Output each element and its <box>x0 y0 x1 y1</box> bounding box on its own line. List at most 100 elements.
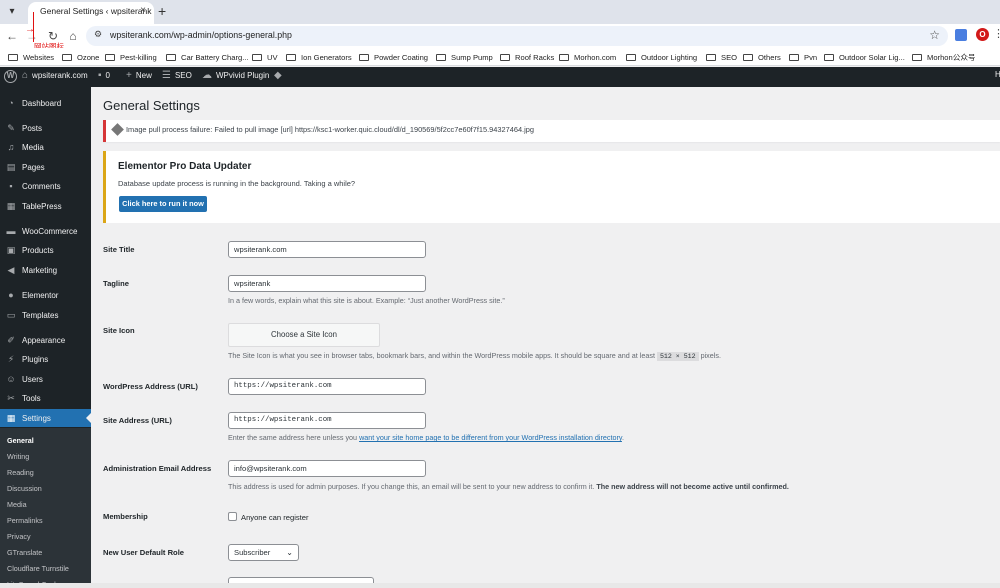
site-icon-size-code: 512 × 512 <box>656 352 699 361</box>
menu-marketing[interactable]: ◀ Marketing <box>0 261 91 279</box>
adminbar-howdy[interactable]: H <box>995 70 1000 79</box>
default-role-select[interactable]: Subscriber ⌄ <box>228 544 299 561</box>
address-bar[interactable]: ⚙ wpsiterank.com/wp-admin/options-genera… <box>86 26 948 46</box>
submenu-reading[interactable]: Reading <box>7 468 34 477</box>
menu-elementor[interactable]: ● Elementor <box>0 286 91 304</box>
bookmark-item[interactable]: Ion Generators <box>286 51 352 63</box>
run-updater-button[interactable]: Click here to run it now <box>119 196 207 212</box>
bookmark-item[interactable]: Websites <box>8 51 54 63</box>
bookmark-item[interactable]: Roof Racks <box>500 51 554 63</box>
menu-pages[interactable]: ▤ Pages <box>0 158 91 176</box>
folder-icon <box>436 53 446 61</box>
tagline-label: Tagline <box>103 279 130 288</box>
back-icon[interactable]: ← <box>3 27 21 45</box>
menu-users[interactable]: ☺ Users <box>0 370 91 388</box>
bookmark-item[interactable]: Ozone <box>62 51 99 63</box>
plus-icon: + <box>126 70 132 81</box>
adminbar-comments[interactable]: ▪ 0 <box>98 70 110 81</box>
menu-settings[interactable]: ▦ Settings <box>0 409 91 427</box>
bookmark-item[interactable]: UV <box>252 51 278 63</box>
submenu-permalinks[interactable]: Permalinks <box>7 516 43 525</box>
submenu-discussion[interactable]: Discussion <box>7 484 42 493</box>
site-address-help-link[interactable]: want your site home page to be different… <box>359 433 622 442</box>
error-notice: Image pull process failure: Failed to pu… <box>103 120 1000 142</box>
submenu-media[interactable]: Media <box>7 500 27 509</box>
bookmark-item[interactable]: Powder Coating <box>359 51 428 63</box>
site-info-icon[interactable]: ⚙ <box>94 29 102 40</box>
folder-icon <box>8 53 18 61</box>
menu-tools[interactable]: ✂ Tools <box>0 389 91 407</box>
menu-comments[interactable]: ▪ Comments <box>0 177 91 195</box>
cloud-icon: ☁ <box>202 70 212 81</box>
chevron-down-icon: ⌄ <box>286 548 293 557</box>
new-tab-icon[interactable]: + <box>158 3 166 19</box>
tab-search-icon[interactable]: ▾ <box>4 4 20 20</box>
wp-admin-bar: W ⌂ wpsiterank.com ▪ 0 + New ☰ SEO ☁ WPvivid … <box>0 67 1000 87</box>
submenu-gtranslate[interactable]: GTranslate <box>7 548 42 557</box>
home-icon[interactable]: ⌂ <box>64 27 82 45</box>
elementor-notice-title: Elementor Pro Data Updater <box>118 161 252 172</box>
bookmark-item[interactable]: Pvn <box>789 51 817 63</box>
menu-products[interactable]: ▣ Products <box>0 241 91 259</box>
choose-site-icon-button[interactable]: Choose a Site Icon <box>228 323 380 347</box>
url-text[interactable]: wpsiterank.com/wp-admin/options-general.… <box>110 30 292 40</box>
folder-icon <box>626 53 636 61</box>
adminbar-site[interactable]: ⌂ wpsiterank.com <box>22 70 88 81</box>
submenu-privacy[interactable]: Privacy <box>7 532 31 541</box>
submenu-general[interactable]: General <box>7 436 34 445</box>
user-icon: ☺ <box>6 374 16 384</box>
menu-media[interactable]: ♫ Media <box>0 138 91 156</box>
site-title-input[interactable]: wpsiterank.com <box>228 241 426 258</box>
bookmark-item[interactable]: Others <box>743 51 781 63</box>
submenu-writing[interactable]: Writing <box>7 452 29 461</box>
submenu-cloudflare-turnstile[interactable]: Cloudflare Turnstile <box>7 564 69 573</box>
settings-submenu: General Writing Reading Discussion Media… <box>0 428 91 588</box>
site-address-input[interactable]: https://wpsiterank.com <box>228 412 426 429</box>
menu-templates[interactable]: ▭ Templates <box>0 306 91 324</box>
bookmark-item[interactable]: Pest-killing <box>105 51 157 63</box>
folder-icon <box>105 53 115 61</box>
elementor-notice-text: Database update process is running in th… <box>118 179 356 188</box>
bookmark-star-icon[interactable]: ☆ <box>929 28 940 42</box>
opera-extension-icon[interactable]: O <box>976 28 989 41</box>
annotation-arrow-icon: → <box>25 24 35 35</box>
bookmark-item[interactable]: Morhon.com <box>559 51 616 63</box>
menu-woocommerce[interactable]: ▬ WooCommerce <box>0 222 91 240</box>
menu-dashboard[interactable]: ◔ Dashboard <box>0 94 91 112</box>
plugin-icon: ⚡ <box>7 354 15 364</box>
more-menu-icon[interactable]: ⋮ <box>993 27 1000 40</box>
adminbar-new[interactable]: + New <box>126 70 152 81</box>
menu-appearance[interactable]: ✐ Appearance <box>0 331 91 349</box>
bookmark-item[interactable]: Outdoor Lighting <box>626 51 697 63</box>
translate-extension-icon[interactable] <box>955 29 967 41</box>
wordpress-logo-icon[interactable]: W <box>4 70 17 83</box>
bookmark-item[interactable]: Outdoor Solar Lig... <box>824 51 905 63</box>
warning-diamond-icon <box>111 123 124 136</box>
adminbar-wpvivid[interactable]: ☁ WPvivid Plugin <box>202 70 269 81</box>
tagline-description: In a few words, explain what this site i… <box>228 296 505 305</box>
bookmark-item[interactable]: Sump Pump <box>436 51 493 63</box>
bookmark-item[interactable]: SEO <box>706 51 737 63</box>
bookmark-item[interactable]: Car Battery Charg... <box>166 51 249 63</box>
admin-email-input[interactable]: info@wpsiterank.com <box>228 460 426 477</box>
browser-tab[interactable]: General Settings ‹ wpsiterank × <box>28 2 154 24</box>
wp-address-input[interactable]: https://wpsiterank.com <box>228 378 426 395</box>
close-icon[interactable]: × <box>140 5 146 16</box>
error-notice-text: Image pull process failure: Failed to pu… <box>126 125 534 134</box>
tagline-input[interactable]: wpsiterank <box>228 275 426 292</box>
settings-icon: ▦ <box>6 413 16 423</box>
adminbar-seo[interactable]: ☰ SEO <box>162 70 192 81</box>
menu-tablepress[interactable]: ▦ TablePress <box>0 197 91 215</box>
horizontal-scrollbar[interactable] <box>0 583 1000 588</box>
bookmarks-bar: Websites Ozone Pest-killing Car Battery … <box>0 48 1000 66</box>
page-icon: ▤ <box>6 162 16 172</box>
anyone-can-register-checkbox[interactable] <box>228 512 237 521</box>
menu-posts[interactable]: ✎ Posts <box>0 119 91 137</box>
bookmark-item[interactable]: Morhon公众号 <box>912 51 976 63</box>
menu-plugins[interactable]: ⚡ Plugins <box>0 350 91 368</box>
folder-icon <box>706 53 716 61</box>
adminbar-diamond[interactable]: ◆ <box>274 70 286 81</box>
folder-icon <box>286 53 296 61</box>
anyone-can-register-label[interactable]: Anyone can register <box>241 513 309 522</box>
dashboard-icon: ◔ <box>8 98 14 108</box>
